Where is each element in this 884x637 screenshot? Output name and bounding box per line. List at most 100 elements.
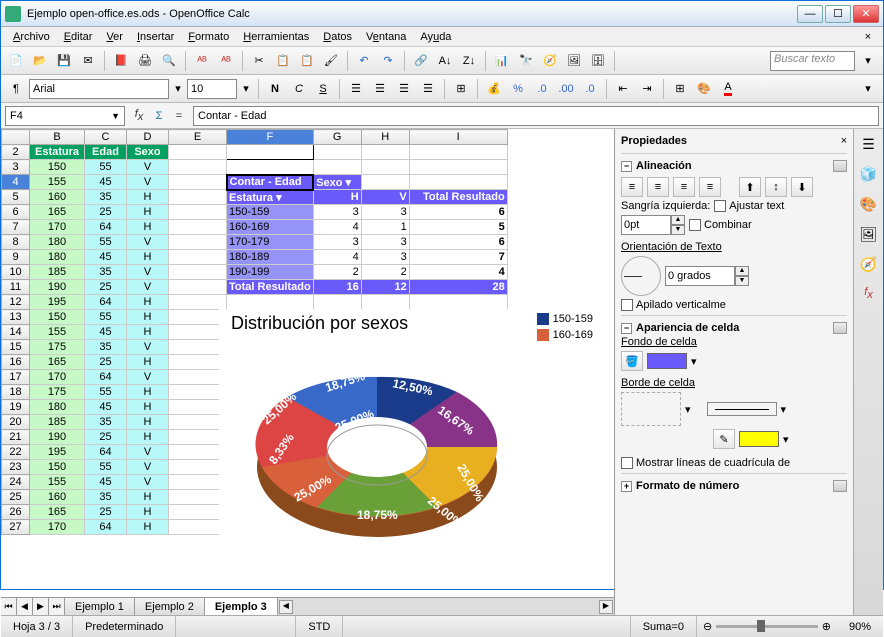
- remove-decimal-icon[interactable]: .0: [579, 78, 601, 100]
- border-preview[interactable]: [621, 392, 681, 426]
- equals-icon[interactable]: =: [169, 110, 189, 122]
- sidebar-props-icon[interactable]: 🧊: [858, 163, 880, 185]
- close-button[interactable]: ✕: [853, 5, 879, 23]
- sheet-tab-3[interactable]: Ejemplo 3: [205, 598, 278, 615]
- maximize-button[interactable]: ☐: [825, 5, 851, 23]
- redo-icon[interactable]: ↷: [377, 50, 399, 72]
- merge-icon[interactable]: ⊞: [450, 78, 472, 100]
- fontcolor-icon[interactable]: A: [717, 78, 739, 100]
- paste-icon[interactable]: 📋: [296, 50, 318, 72]
- fx-icon[interactable]: fx: [129, 108, 149, 123]
- brush-icon[interactable]: 🖌: [320, 50, 342, 72]
- tab-prev-icon[interactable]: ◀: [17, 598, 33, 615]
- colhead-I[interactable]: I: [409, 130, 507, 145]
- zoom-value[interactable]: 90%: [837, 616, 883, 637]
- italic-icon[interactable]: C: [288, 78, 310, 100]
- colhead-F[interactable]: F: [227, 130, 314, 145]
- section-more-icon2[interactable]: [833, 322, 847, 334]
- pdf-icon[interactable]: 📕: [110, 50, 132, 72]
- valign-top-icon[interactable]: ⬆: [739, 177, 761, 197]
- sum-icon[interactable]: Σ: [149, 110, 169, 122]
- linecolor-dd-icon[interactable]: ▾: [783, 433, 789, 446]
- cut-icon[interactable]: ✂: [248, 50, 270, 72]
- colhead-E[interactable]: E: [169, 130, 227, 145]
- email-icon[interactable]: ✉: [77, 50, 99, 72]
- styles-icon[interactable]: ¶: [5, 78, 27, 100]
- add-decimal-icon[interactable]: .00: [555, 78, 577, 100]
- namebox-dropdown-icon[interactable]: ▼: [111, 111, 120, 121]
- zoom-slider[interactable]: ⊖ ⊕: [697, 620, 837, 633]
- colhead-D[interactable]: D: [127, 130, 169, 145]
- autospell-icon[interactable]: ᴬᴮ: [215, 50, 237, 72]
- insert-mode[interactable]: STD: [296, 616, 343, 637]
- gallery-icon[interactable]: 🖼: [563, 50, 585, 72]
- orientation-dial[interactable]: [621, 256, 661, 296]
- linecolor-swatch[interactable]: [739, 431, 779, 447]
- close-doc-button[interactable]: ×: [859, 31, 877, 43]
- align-center-icon[interactable]: ☰: [369, 78, 391, 100]
- corner-cell[interactable]: [2, 130, 30, 145]
- valign-mid-icon[interactable]: ↕: [765, 177, 787, 197]
- hscroll-right-icon[interactable]: ▶: [599, 600, 613, 614]
- bgcolor-swatch[interactable]: [647, 353, 687, 369]
- tab-next-icon[interactable]: ▶: [33, 598, 49, 615]
- toolbar2-dropdown-icon[interactable]: ▾: [857, 78, 879, 100]
- grados-spinner[interactable]: ▲▼: [665, 266, 749, 286]
- fill-icon[interactable]: 🪣: [621, 351, 643, 371]
- halign-justify-icon[interactable]: ≡: [699, 177, 721, 197]
- halign-right-icon[interactable]: ≡: [673, 177, 695, 197]
- menu-herramientas[interactable]: Herramientas: [237, 29, 315, 45]
- tab-first-icon[interactable]: ⏮: [1, 598, 17, 615]
- page-style[interactable]: Predeterminado: [73, 616, 176, 637]
- bold-icon[interactable]: N: [264, 78, 286, 100]
- section-more-icon[interactable]: [833, 160, 847, 172]
- name-box[interactable]: F4▼: [5, 106, 125, 126]
- combinar-checkbox[interactable]: [689, 219, 701, 231]
- size-dropdown-icon[interactable]: ▾: [239, 78, 253, 100]
- menu-ver[interactable]: Ver: [100, 29, 129, 45]
- sheet-tab-2[interactable]: Ejemplo 2: [135, 598, 205, 615]
- menu-ayuda[interactable]: Ayuda: [414, 29, 457, 45]
- menu-archivo[interactable]: Archivo: [7, 29, 56, 45]
- sum-indicator[interactable]: Suma=0: [631, 616, 697, 637]
- section-alineacion[interactable]: −Alineación: [621, 158, 847, 174]
- colhead-C[interactable]: C: [85, 130, 127, 145]
- sidebar-navigator-icon[interactable]: 🧭: [858, 253, 880, 275]
- navigator-icon[interactable]: 🧭: [539, 50, 561, 72]
- apilado-checkbox[interactable]: [621, 299, 633, 311]
- sidebar-functions-icon[interactable]: fx: [858, 283, 880, 305]
- colhead-G[interactable]: G: [313, 130, 361, 145]
- colhead-B[interactable]: B: [30, 130, 85, 145]
- binoculars-icon[interactable]: 🔭: [515, 50, 537, 72]
- sheet-tab-1[interactable]: Ejemplo 1: [65, 598, 135, 615]
- sidebar-gallery-icon[interactable]: 🖼: [858, 223, 880, 245]
- save-icon[interactable]: 💾: [53, 50, 75, 72]
- menu-insertar[interactable]: Insertar: [131, 29, 180, 45]
- align-justify-icon[interactable]: ☰: [417, 78, 439, 100]
- zoom-in-icon[interactable]: ⊕: [822, 620, 831, 633]
- underline-icon[interactable]: S: [312, 78, 334, 100]
- font-dropdown-icon[interactable]: ▾: [171, 78, 185, 100]
- formula-input[interactable]: [193, 106, 879, 126]
- section-apariencia[interactable]: −Apariencia de celda: [621, 320, 847, 336]
- menu-editar[interactable]: Editar: [58, 29, 99, 45]
- decrease-indent-icon[interactable]: ⇤: [612, 78, 634, 100]
- print-icon[interactable]: 🖨: [134, 50, 156, 72]
- chart-object[interactable]: Distribución por sexos 150-159 160-169 1…: [219, 309, 597, 569]
- sidebar-styles-icon[interactable]: 🎨: [858, 193, 880, 215]
- border-dd-icon[interactable]: ▾: [685, 403, 691, 416]
- ajustar-checkbox[interactable]: [714, 200, 726, 212]
- valign-bot-icon[interactable]: ⬇: [791, 177, 813, 197]
- undo-icon[interactable]: ↶: [353, 50, 375, 72]
- minimize-button[interactable]: —: [797, 5, 823, 23]
- search-input[interactable]: Buscar texto: [770, 51, 855, 71]
- font-name-input[interactable]: [29, 79, 169, 99]
- line-dd-icon[interactable]: ▾: [781, 403, 787, 416]
- chart-icon[interactable]: 📊: [491, 50, 513, 72]
- tab-last-icon[interactable]: ⏭: [49, 598, 65, 615]
- toolbar-dropdown-icon[interactable]: ▾: [857, 50, 879, 72]
- font-size-input[interactable]: [187, 79, 237, 99]
- menu-datos[interactable]: Datos: [317, 29, 358, 45]
- panel-close-icon[interactable]: ×: [841, 135, 847, 147]
- hscroll-left-icon[interactable]: ◀: [279, 600, 293, 614]
